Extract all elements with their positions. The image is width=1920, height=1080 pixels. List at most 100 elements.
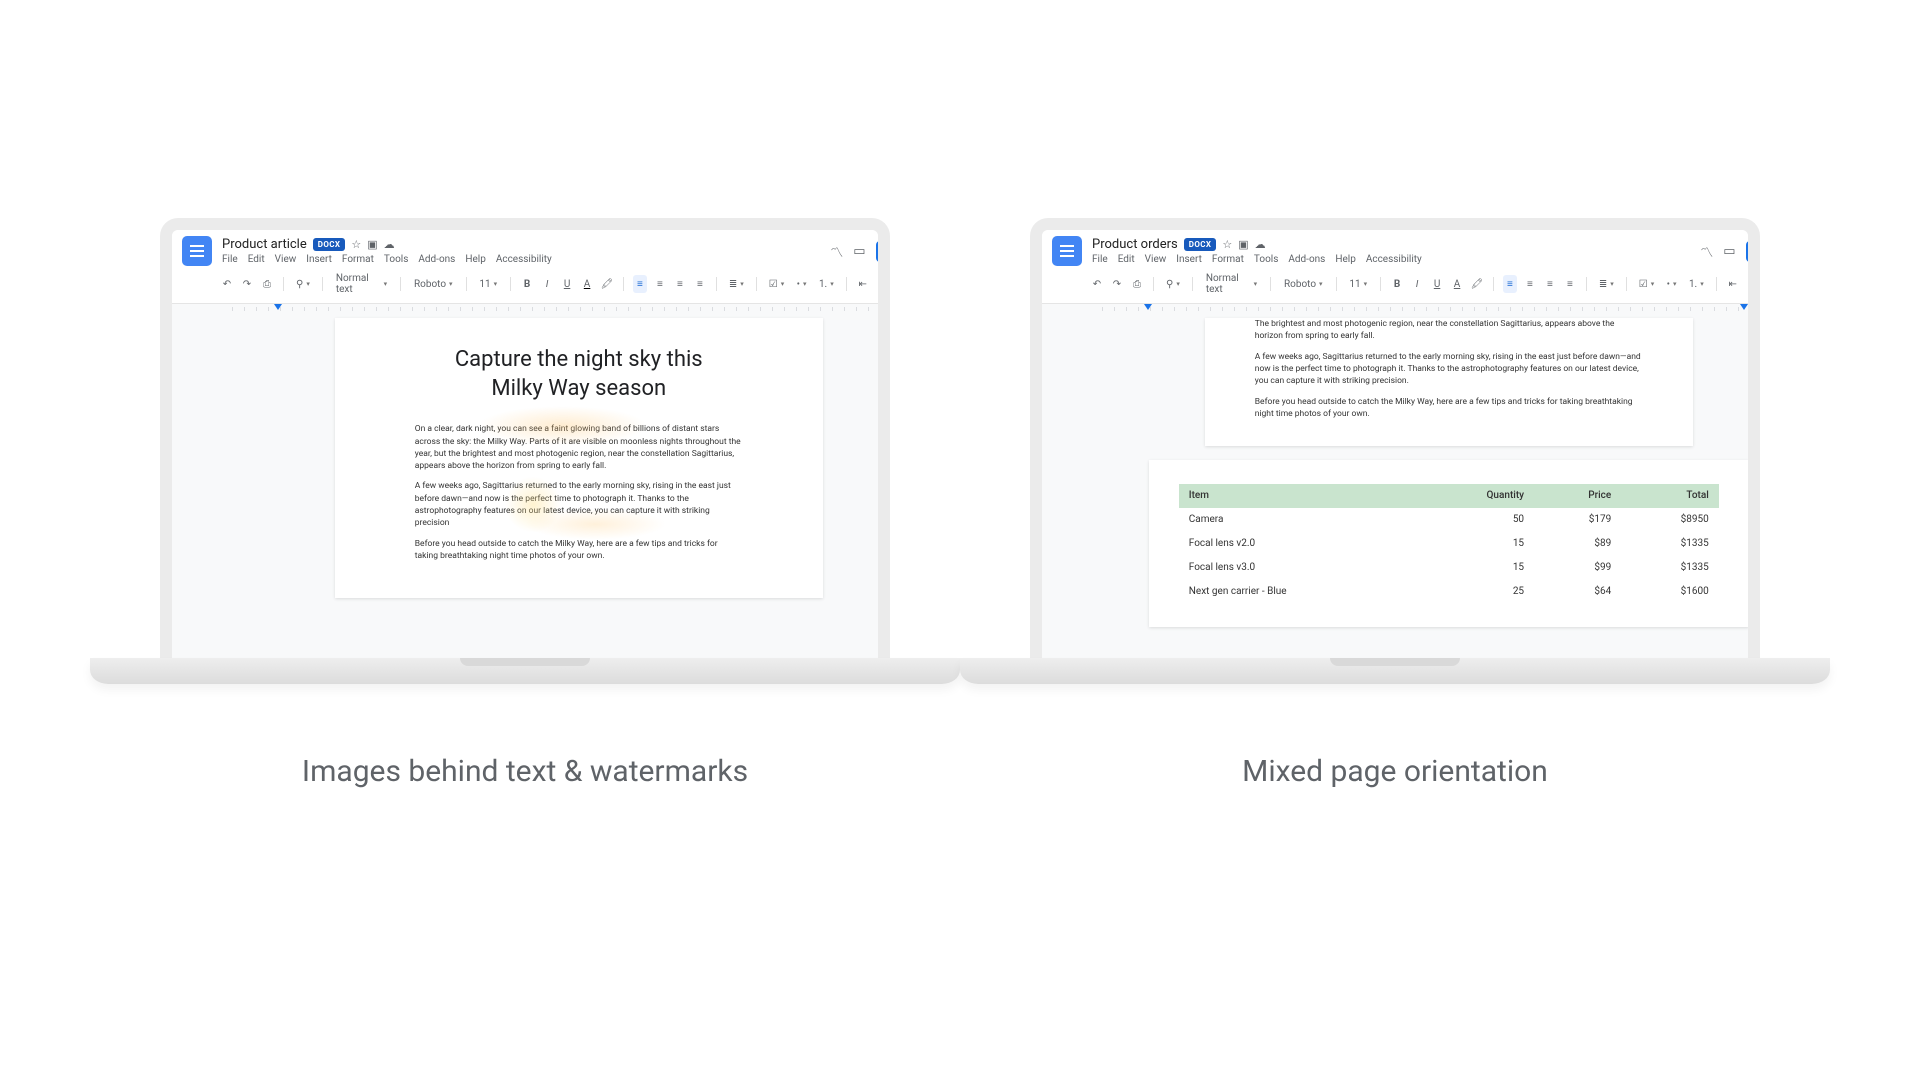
indent-less-icon[interactable]: ⇤ — [1726, 275, 1740, 293]
italic-icon[interactable]: I — [1410, 275, 1424, 293]
text-color-icon[interactable]: A — [1450, 275, 1464, 293]
menu-edit[interactable]: Edit — [248, 254, 265, 265]
cell-price: $64 — [1534, 580, 1621, 604]
docx-badge: DOCX — [1184, 238, 1217, 251]
document-page-landscape[interactable]: Item Quantity Price Total Camera — [1149, 460, 1749, 627]
caption-right: Mixed page orientation — [1242, 754, 1548, 789]
bold-icon[interactable]: B — [520, 275, 534, 293]
undo-icon[interactable]: ↶ — [220, 275, 234, 293]
cloud-icon[interactable]: ☁ — [384, 238, 395, 251]
font-dropdown[interactable]: Roboto — [1280, 277, 1327, 292]
cell-item: Focal lens v2.0 — [1179, 532, 1418, 556]
laptop-base — [90, 658, 960, 684]
checklist-icon[interactable]: ☑ — [766, 275, 788, 293]
indent-more-icon[interactable]: ⇥ — [876, 275, 890, 293]
menu-format[interactable]: Format — [1212, 254, 1244, 265]
menu-insert[interactable]: Insert — [306, 254, 332, 265]
menu-insert[interactable]: Insert — [1176, 254, 1202, 265]
activity-icon[interactable]: 〽 — [830, 242, 843, 261]
align-left-icon[interactable]: ≡ — [1503, 275, 1517, 293]
menu-tools[interactable]: Tools — [1254, 254, 1278, 265]
ruler[interactable] — [1102, 304, 1760, 314]
italic-icon[interactable]: I — [540, 275, 554, 293]
star-icon[interactable]: ☆ — [351, 238, 361, 251]
share-button[interactable]: Share — [876, 241, 890, 262]
menu-bar: File Edit View Insert Format Tools Add-o… — [222, 254, 820, 265]
align-center-icon[interactable]: ≡ — [653, 275, 667, 293]
font-dropdown[interactable]: Roboto — [410, 277, 457, 292]
bullets-icon[interactable]: • — [793, 275, 810, 293]
menu-view[interactable]: View — [1145, 254, 1167, 265]
print-icon[interactable]: ⎙ — [260, 275, 274, 293]
table-row: Focal lens v2.0 15 $89 $1335 — [1179, 532, 1719, 556]
menu-edit[interactable]: Edit — [1118, 254, 1135, 265]
menu-file[interactable]: File — [222, 254, 238, 265]
comment-icon[interactable]: ▭ — [1723, 244, 1735, 259]
cloud-icon[interactable]: ☁ — [1255, 238, 1266, 251]
share-button[interactable]: Share — [1746, 241, 1760, 262]
underline-icon[interactable]: U — [1430, 275, 1444, 293]
text-color-icon[interactable]: A — [580, 275, 594, 293]
redo-icon[interactable]: ↷ — [1110, 275, 1124, 293]
comment-icon[interactable]: ▭ — [853, 244, 865, 259]
doc-title[interactable]: Product article — [222, 237, 307, 252]
menu-help[interactable]: Help — [1335, 254, 1355, 265]
align-justify-icon[interactable]: ≡ — [693, 275, 707, 293]
align-right-icon[interactable]: ≡ — [673, 275, 687, 293]
document-page[interactable]: Capture the night sky this Milky Way sea… — [335, 318, 823, 598]
menu-format[interactable]: Format — [342, 254, 374, 265]
move-icon[interactable]: ▣ — [367, 238, 377, 251]
indent-more-icon[interactable]: ⇥ — [1746, 275, 1760, 293]
doc-paragraph: The brightest and most photogenic region… — [1255, 318, 1643, 343]
menu-accessibility[interactable]: Accessibility — [1366, 254, 1422, 265]
menu-accessibility[interactable]: Accessibility — [496, 254, 552, 265]
star-icon[interactable]: ☆ — [1222, 238, 1232, 251]
numbers-icon[interactable]: 1. — [816, 275, 837, 293]
bold-icon[interactable]: B — [1390, 275, 1404, 293]
highlight-icon[interactable]: 🖍 — [1470, 275, 1484, 293]
col-item: Item — [1179, 484, 1418, 508]
align-right-icon[interactable]: ≡ — [1543, 275, 1557, 293]
docs-logo-icon[interactable] — [182, 236, 212, 266]
line-spacing-icon[interactable]: ≣ — [726, 275, 747, 293]
laptop-right: Product orders DOCX ☆ ▣ ☁ File — [1010, 218, 1780, 684]
print-icon[interactable]: ⎙ — [1130, 275, 1144, 293]
table-row: Next gen carrier - Blue 25 $64 $1600 — [1179, 580, 1719, 604]
menu-tools[interactable]: Tools — [384, 254, 408, 265]
doc-title[interactable]: Product orders — [1092, 237, 1178, 252]
doc-paragraph: A few weeks ago, Sagittarius returned to… — [415, 480, 743, 529]
align-left-icon[interactable]: ≡ — [633, 275, 647, 293]
redo-icon[interactable]: ↷ — [240, 275, 254, 293]
line-spacing-icon[interactable]: ≣ — [1596, 275, 1617, 293]
underline-icon[interactable]: U — [560, 275, 574, 293]
menu-view[interactable]: View — [275, 254, 297, 265]
zoom-dropdown[interactable]: ⚲ — [293, 275, 313, 293]
align-center-icon[interactable]: ≡ — [1523, 275, 1537, 293]
numbers-icon[interactable]: 1. — [1686, 275, 1707, 293]
col-total: Total — [1621, 484, 1719, 508]
activity-icon[interactable]: 〽 — [1700, 242, 1713, 261]
style-dropdown[interactable]: Normal text — [1202, 271, 1261, 297]
highlight-icon[interactable]: 🖍 — [600, 275, 614, 293]
bullets-icon[interactable]: • — [1663, 275, 1680, 293]
menu-bar: File Edit View Insert Format Tools Add-o… — [1092, 254, 1690, 265]
menu-addons[interactable]: Add-ons — [418, 254, 455, 265]
style-dropdown[interactable]: Normal text — [332, 271, 391, 297]
menu-addons[interactable]: Add-ons — [1288, 254, 1325, 265]
checklist-icon[interactable]: ☑ — [1636, 275, 1658, 293]
indent-less-icon[interactable]: ⇤ — [856, 275, 870, 293]
undo-icon[interactable]: ↶ — [1090, 275, 1104, 293]
align-justify-icon[interactable]: ≡ — [1563, 275, 1577, 293]
table-row: Focal lens v3.0 15 $99 $1335 — [1179, 556, 1719, 580]
cell-qty: 25 — [1418, 580, 1535, 604]
ruler[interactable] — [232, 304, 890, 314]
menu-help[interactable]: Help — [465, 254, 485, 265]
move-icon[interactable]: ▣ — [1238, 238, 1248, 251]
document-page-portrait[interactable]: The brightest and most photogenic region… — [1205, 318, 1693, 446]
docs-app-left: Product article DOCX ☆ ▣ ☁ File — [172, 230, 878, 658]
size-dropdown[interactable]: 11 — [475, 277, 501, 292]
docs-logo-icon[interactable] — [1052, 236, 1082, 266]
menu-file[interactable]: File — [1092, 254, 1108, 265]
size-dropdown[interactable]: 11 — [1345, 277, 1371, 292]
zoom-dropdown[interactable]: ⚲ — [1163, 275, 1183, 293]
